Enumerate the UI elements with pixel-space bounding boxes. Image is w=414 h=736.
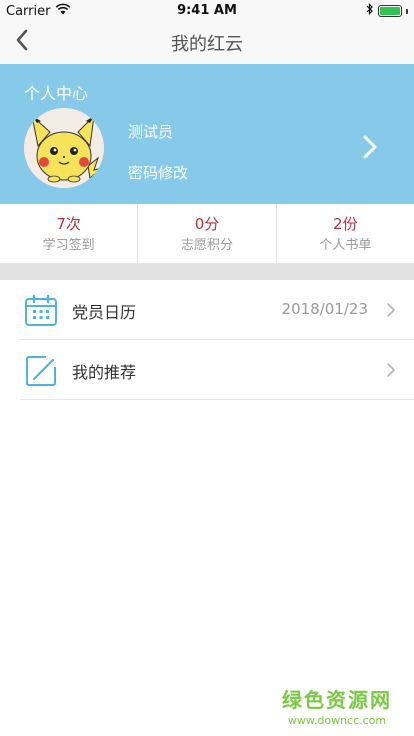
stat-book-list[interactable]: 2份 个人书单	[277, 204, 414, 263]
stat-value: 7次	[56, 215, 81, 233]
stat-value: 2份	[333, 215, 358, 233]
bluetooth-icon	[366, 3, 374, 19]
stat-label: 志愿积分	[180, 238, 233, 253]
stats-bar: 7次 学习签到 0分 志愿积分 2份 个人书单	[0, 204, 414, 264]
pikachu-avatar-icon	[24, 108, 104, 188]
list-item-my-recommendations[interactable]: 我的推荐	[20, 340, 414, 400]
profile-heading: 个人中心	[24, 84, 89, 103]
calendar-icon	[24, 294, 58, 328]
watermark-url: www.downcc.com	[287, 714, 387, 727]
menu-list: 党员日历 2018/01/23 我的推荐	[0, 280, 414, 400]
watermark: 绿色资源网 www.downcc.com	[282, 684, 392, 727]
chevron-right-icon	[386, 302, 396, 322]
stat-label: 学习签到	[42, 238, 95, 253]
profile-card: 个人中心 测试员 密码修改	[0, 64, 414, 204]
profile-name: 测试员	[128, 123, 174, 141]
stat-study-checkin[interactable]: 7次 学习签到	[0, 204, 139, 263]
battery-fill	[380, 7, 400, 15]
status-bar: Carrier 9:41 AM	[0, 0, 414, 20]
stat-volunteer-points[interactable]: 0分 志愿积分	[138, 204, 277, 263]
list-item-label: 我的推荐	[72, 363, 137, 382]
stat-value: 0分	[194, 215, 220, 233]
chevron-right-icon	[386, 362, 396, 382]
status-right	[366, 3, 408, 19]
change-password-link[interactable]: 密码修改	[128, 162, 188, 183]
status-time: 9:41 AM	[177, 3, 237, 18]
page-title: 我的红云	[171, 34, 243, 55]
battery-tip	[406, 8, 408, 14]
nav-bar: 我的红云	[0, 20, 414, 64]
chevron-right-icon	[362, 135, 378, 164]
section-divider	[0, 264, 414, 280]
edit-icon	[24, 354, 58, 388]
list-item-party-calendar[interactable]: 党员日历 2018/01/23	[20, 280, 414, 340]
list-item-label: 党员日历	[72, 303, 137, 322]
watermark-title: 绿色资源网	[282, 688, 392, 712]
stat-label: 个人书单	[319, 238, 372, 253]
list-item-date: 2018/01/23	[281, 300, 368, 318]
battery-icon	[378, 5, 402, 17]
avatar[interactable]	[24, 108, 104, 188]
profile-detail-button[interactable]	[362, 134, 378, 164]
